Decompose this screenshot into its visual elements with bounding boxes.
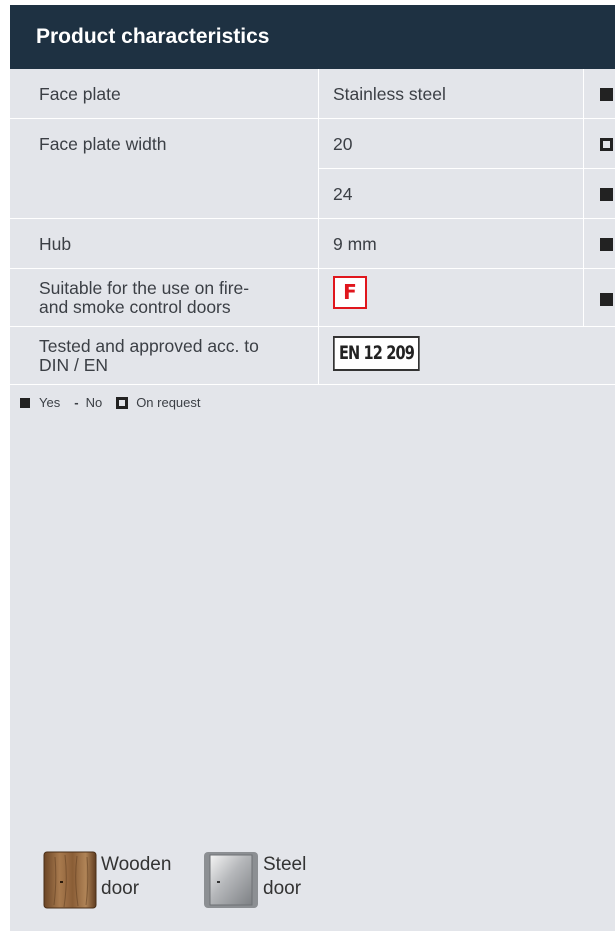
table-row-face-plate: Face plate Stainless steel	[10, 69, 616, 119]
row-value: 9 mm	[318, 218, 584, 269]
yes-square-icon	[20, 397, 30, 408]
row-mark	[583, 168, 616, 219]
row-label: Suitable for the use on fire- and smoke …	[10, 268, 319, 327]
fire-door-badge: F	[333, 276, 367, 309]
row-label: Hub	[10, 218, 319, 269]
row-mark	[583, 69, 616, 119]
row-mark	[583, 118, 616, 169]
row-label: Tested and approved acc. to DIN / EN	[10, 326, 319, 385]
row-mark	[583, 268, 616, 327]
steel-door-label: Steel door	[263, 854, 307, 899]
table-row-tested: Tested and approved acc. to DIN / EN EN …	[10, 326, 616, 385]
yes-square-icon	[600, 293, 613, 306]
steel-door-item: Steel door	[203, 851, 323, 909]
card-title: Product characteristics	[10, 5, 615, 69]
table-row-hub: Hub 9 mm	[10, 218, 616, 269]
table-row-face-plate-width: Face plate width 20	[10, 118, 616, 219]
row-label: Face plate width	[10, 118, 319, 219]
yes-square-icon	[600, 188, 613, 201]
wooden-door-icon	[43, 851, 97, 909]
legend-no: - No	[74, 395, 103, 410]
wooden-door-label: Wooden door	[101, 854, 172, 899]
on-request-square-icon	[116, 396, 129, 409]
row-mark	[583, 218, 616, 269]
steel-door-icon	[204, 852, 258, 908]
row-value: EN 12 209	[318, 326, 616, 385]
door-types: Wooden door Steel door	[43, 851, 335, 909]
en-standard-badge: EN 12 209	[333, 336, 421, 371]
table-row-fire-doors: Suitable for the use on fire- and smoke …	[10, 268, 616, 327]
legend: Yes - No On request	[20, 395, 215, 410]
row-value: 20	[318, 118, 584, 169]
row-value: 24	[318, 168, 584, 219]
legend-on-request: On request	[116, 395, 201, 410]
row-value: Stainless steel	[318, 69, 584, 119]
legend-yes: Yes	[20, 395, 60, 410]
yes-square-icon	[600, 88, 613, 101]
wooden-door-item: Wooden door	[43, 851, 191, 909]
dash-icon: -	[74, 395, 79, 410]
row-value: F	[318, 268, 584, 327]
product-characteristics-card: Product characteristics Face plate Stain…	[10, 5, 616, 931]
characteristics-table: Face plate Stainless steel Face plate wi…	[10, 69, 616, 385]
on-request-square-icon	[600, 138, 613, 151]
row-label: Face plate	[10, 69, 319, 119]
yes-square-icon	[600, 238, 613, 251]
